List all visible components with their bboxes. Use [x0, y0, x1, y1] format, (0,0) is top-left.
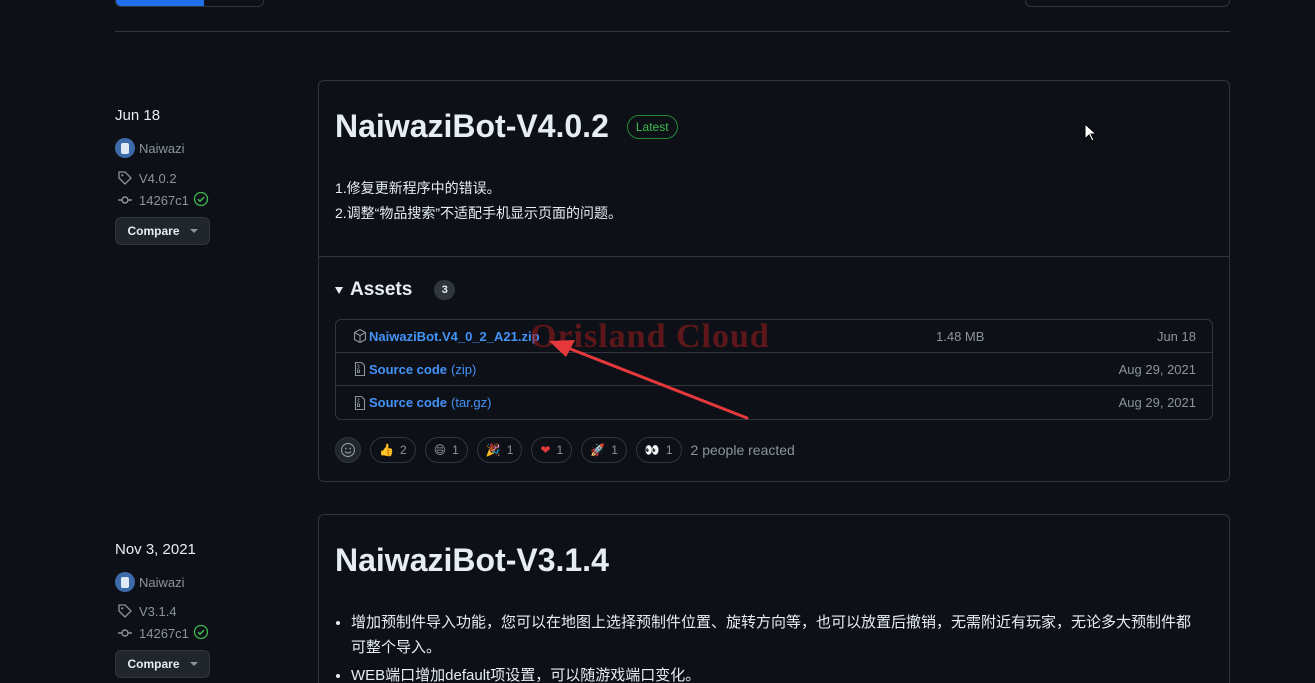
assets-list: NaiwaziBot.V4_0_2_A21.zip 1.48 MB Jun 18…	[335, 319, 1213, 420]
author-row[interactable]: Naiwazi	[115, 137, 305, 159]
hooray-emoji: 🎉	[485, 443, 501, 457]
release-title[interactable]: NaiwaziBot-V3.1.4	[335, 542, 609, 579]
asset-date: Aug 29, 2021	[1118, 395, 1196, 410]
rocket-emoji: 🚀	[590, 443, 606, 457]
compare-label: Compare	[127, 224, 180, 238]
assets-label[interactable]: Assets	[350, 279, 412, 301]
tag-row[interactable]: V4.0.2	[115, 167, 305, 189]
commit-sha[interactable]: 14267c1	[139, 626, 189, 641]
divider	[115, 31, 1230, 32]
reaction-count: 1	[452, 443, 459, 457]
tag-icon	[115, 603, 135, 619]
commit-icon	[115, 625, 135, 641]
commit-sha[interactable]: 14267c1	[139, 193, 189, 208]
asset-size: 1.48 MB	[936, 328, 985, 344]
note-line: 2.调整“物品搜索”不适配手机显示页面的问题。	[335, 205, 622, 221]
add-reaction-button[interactable]	[335, 437, 361, 463]
reaction-count: 1	[506, 443, 514, 457]
reaction-count: 1	[611, 443, 618, 457]
commit-row[interactable]: 14267c1	[115, 189, 305, 211]
tag-icon	[115, 170, 135, 186]
release-notes: 1.修复更新程序中的错误。 2.调整“物品搜索”不适配手机显示页面的问题。	[319, 176, 1229, 226]
triangle-down-icon	[335, 286, 343, 294]
file-zip-icon	[352, 395, 368, 411]
eyes-emoji: 👀	[644, 443, 660, 457]
chevron-down-icon	[189, 662, 198, 666]
release-card: NaiwaziBot-V3.1.4 增加预制件导入功能，您可以在地图上选择预制件…	[318, 514, 1230, 683]
reaction-rocket[interactable]: 🚀 1	[581, 437, 627, 463]
reaction-thumbs-up[interactable]: 👍 2	[370, 437, 416, 463]
asset-link-suffix[interactable]: (zip)	[451, 362, 476, 377]
release-meta: Nov 3, 2021 Naiwazi V3.1.4 14267c1 Compa…	[115, 541, 305, 678]
package-icon	[352, 328, 368, 344]
release-date: Jun 18	[115, 107, 161, 124]
compare-button[interactable]: Compare	[115, 217, 210, 245]
asset-date: Aug 29, 2021	[1118, 361, 1196, 377]
verified-check-icon[interactable]	[193, 191, 209, 210]
reaction-count: 2	[399, 443, 407, 457]
assets-counter: 3	[434, 280, 456, 300]
reaction-count: 1	[665, 443, 673, 457]
asset-row: Source code (tar.gz) Aug 29, 2021	[336, 386, 1212, 419]
asset-row: NaiwaziBot.V4_0_2_A21.zip 1.48 MB Jun 18	[336, 320, 1212, 353]
thumbs-up-emoji: 👍	[379, 443, 394, 457]
view-toggle-active[interactable]	[116, 0, 204, 6]
author-name[interactable]: Naiwazi	[139, 575, 185, 590]
release-title[interactable]: NaiwaziBot-V4.0.2	[335, 108, 609, 145]
reaction-hooray[interactable]: 🎉 1	[476, 437, 523, 463]
author-name[interactable]: Naiwazi	[139, 141, 185, 156]
reaction-eyes[interactable]: 👀 1	[635, 437, 682, 463]
compare-label: Compare	[127, 657, 180, 671]
view-toggle-inactive[interactable]	[204, 0, 263, 6]
latest-badge: Latest	[626, 114, 678, 139]
reaction-heart[interactable]: ❤ 1	[531, 437, 573, 463]
commit-icon	[115, 192, 135, 208]
laugh-emoji: 😄	[433, 443, 447, 457]
release-meta: Jun 18 Naiwazi V4.0.2 14267c1 Compare	[115, 107, 305, 245]
release-date: Nov 3, 2021	[115, 541, 196, 558]
assets-toggle[interactable]: Assets 3	[335, 278, 1213, 302]
asset-link-suffix[interactable]: (tar.gz)	[451, 395, 491, 410]
asset-date: Jun 18	[1156, 328, 1196, 344]
asset-link[interactable]: Source code	[369, 362, 447, 377]
tag-name[interactable]: V3.1.4	[139, 604, 177, 619]
tag-row[interactable]: V3.1.4	[115, 600, 305, 622]
compare-button[interactable]: Compare	[115, 650, 210, 678]
avatar[interactable]	[115, 572, 135, 592]
smiley-icon	[340, 442, 356, 458]
note-line: 1.修复更新程序中的错误。	[335, 180, 501, 196]
tag-name[interactable]: V4.0.2	[139, 171, 177, 186]
commit-row[interactable]: 14267c1	[115, 622, 305, 644]
mouse-cursor-icon	[1084, 123, 1098, 142]
verified-check-icon[interactable]	[193, 624, 209, 643]
asset-link[interactable]: Source code	[369, 395, 447, 410]
reactions-bar: 👍 2 😄 1 🎉 1 ❤ 1 🚀 1 👀 1 2 people reacted	[335, 437, 1213, 463]
asset-link[interactable]: NaiwaziBot.V4_0_2_A21.zip	[369, 329, 540, 344]
reacted-summary: 2 people reacted	[690, 442, 795, 458]
divider	[319, 256, 1229, 257]
release-notes: 增加预制件导入功能，您可以在地图上选择预制件位置、旋转方向等，也可以放置后撤销，…	[319, 610, 1229, 683]
view-toggle[interactable]	[115, 0, 264, 7]
avatar[interactable]	[115, 138, 135, 158]
note-bullet: 增加预制件导入功能，您可以在地图上选择预制件位置、旋转方向等，也可以放置后撤销，…	[351, 610, 1203, 660]
reaction-count: 1	[556, 443, 564, 457]
heart-emoji: ❤	[540, 443, 551, 457]
note-bullet: WEB端口增加default项设置，可以随游戏端口变化。	[351, 663, 1203, 683]
file-zip-icon	[352, 361, 368, 377]
chevron-down-icon	[189, 229, 198, 233]
author-row[interactable]: Naiwazi	[115, 571, 305, 593]
asset-row: Source code (zip) Aug 29, 2021	[336, 353, 1212, 386]
reaction-laugh[interactable]: 😄 1	[424, 437, 468, 463]
search-input[interactable]	[1025, 0, 1230, 7]
